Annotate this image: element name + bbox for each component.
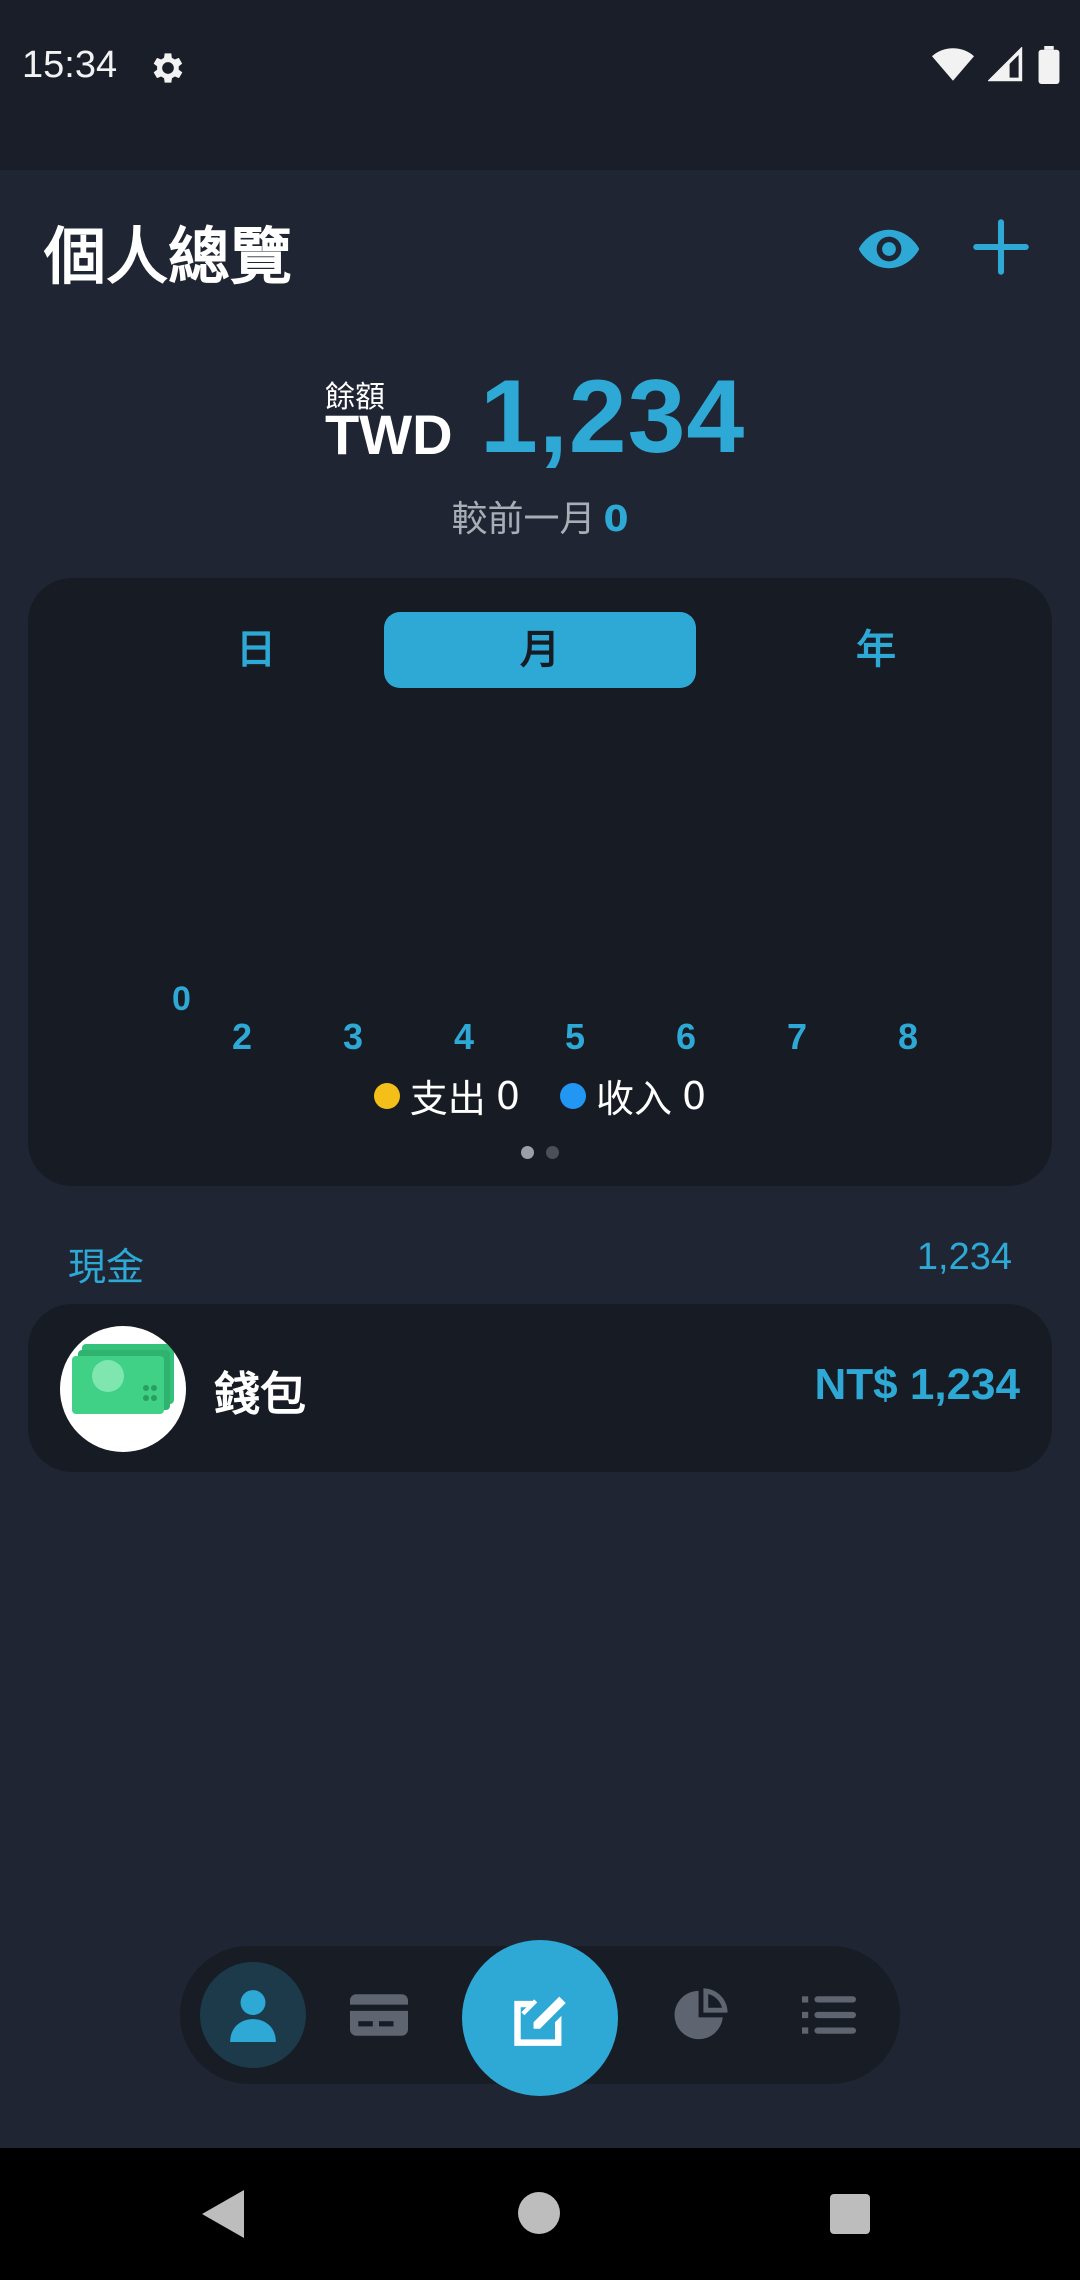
- chart-plot: [28, 708, 1052, 1008]
- system-nav-bar: [0, 2148, 1080, 2280]
- pie-chart-icon: [674, 1988, 728, 2040]
- account-name: 錢包: [214, 1367, 306, 1421]
- home-circle-icon[interactable]: [518, 2192, 560, 2234]
- section-title-cash: 現金: [68, 1245, 145, 1289]
- expense-dot-icon: [373, 1082, 400, 1109]
- x-tick-label: 5: [564, 1016, 586, 1057]
- back-triangle-icon[interactable]: [202, 2190, 244, 2238]
- account-amount: NT$ 1,234: [814, 1360, 1020, 1409]
- page-title: 個人總覽: [44, 220, 293, 293]
- chart-card: 日 月 年 0 2 3 4 5 6 7 8 支出 0 收入 0: [28, 578, 1052, 1186]
- legend-income-value: 0: [682, 1073, 707, 1118]
- add-plus-icon[interactable]: [968, 214, 1034, 280]
- income-dot-icon: [560, 1082, 586, 1109]
- x-axis-ticks: 2 3 4 5 6 7 8: [28, 1016, 1052, 1066]
- nav-menu[interactable]: [776, 1962, 882, 2068]
- legend-expense[interactable]: 支出 0: [373, 1068, 520, 1123]
- y-tick-label: 0: [172, 980, 191, 1018]
- tab-month[interactable]: 月: [384, 612, 696, 688]
- legend-expense-label: 支出: [409, 1077, 486, 1121]
- visibility-eye-icon[interactable]: [856, 216, 922, 282]
- status-bar: 15:34: [0, 0, 1080, 170]
- person-icon: [230, 1990, 276, 2042]
- nav-overview[interactable]: [200, 1962, 306, 2068]
- account-row-wallet[interactable]: 錢包 NT$ 1,234: [28, 1304, 1052, 1472]
- x-tick-label: 7: [786, 1016, 808, 1057]
- page-dot: [546, 1146, 559, 1159]
- battery-icon: [1038, 46, 1060, 84]
- nav-cards[interactable]: [326, 1962, 432, 2068]
- compare-value: 0: [603, 499, 629, 540]
- wifi-icon: [932, 48, 974, 81]
- signal-icon: [988, 47, 1023, 82]
- chart-legend: 支出 0 收入 0: [28, 1068, 1052, 1123]
- x-tick-label: 8: [897, 1016, 919, 1057]
- new-record-icon: [514, 1996, 566, 2046]
- tab-year[interactable]: 年: [720, 612, 1032, 688]
- nav-statistics[interactable]: [648, 1962, 754, 2068]
- balance-currency: TWD: [325, 403, 453, 466]
- add-transaction-button[interactable]: [462, 1940, 618, 2096]
- tab-day[interactable]: 日: [100, 612, 412, 688]
- settings-gear-icon: [153, 53, 183, 83]
- compare-row: 較前一月 0: [0, 490, 1080, 542]
- page-dot-active: [521, 1146, 534, 1159]
- balance-amount: 1,234: [480, 359, 746, 475]
- credit-card-icon: [350, 1994, 408, 2036]
- status-icons: [932, 46, 1060, 84]
- list-icon: [802, 1996, 856, 2034]
- x-tick-label: 3: [342, 1016, 364, 1057]
- legend-expense-value: 0: [495, 1073, 520, 1118]
- x-tick-label: 4: [453, 1016, 475, 1057]
- recents-square-icon[interactable]: [830, 2194, 870, 2234]
- x-tick-label: 2: [231, 1016, 253, 1057]
- page-indicator: [28, 1146, 1052, 1159]
- legend-income-label: 收入: [596, 1077, 673, 1121]
- x-tick-label: 6: [675, 1016, 697, 1057]
- compare-label: 較前一月: [451, 499, 596, 540]
- legend-income[interactable]: 收入 0: [560, 1068, 706, 1123]
- section-total-cash: 1,234: [916, 1236, 1012, 1278]
- status-time: 15:34: [22, 44, 118, 86]
- cash-icon: [60, 1326, 186, 1452]
